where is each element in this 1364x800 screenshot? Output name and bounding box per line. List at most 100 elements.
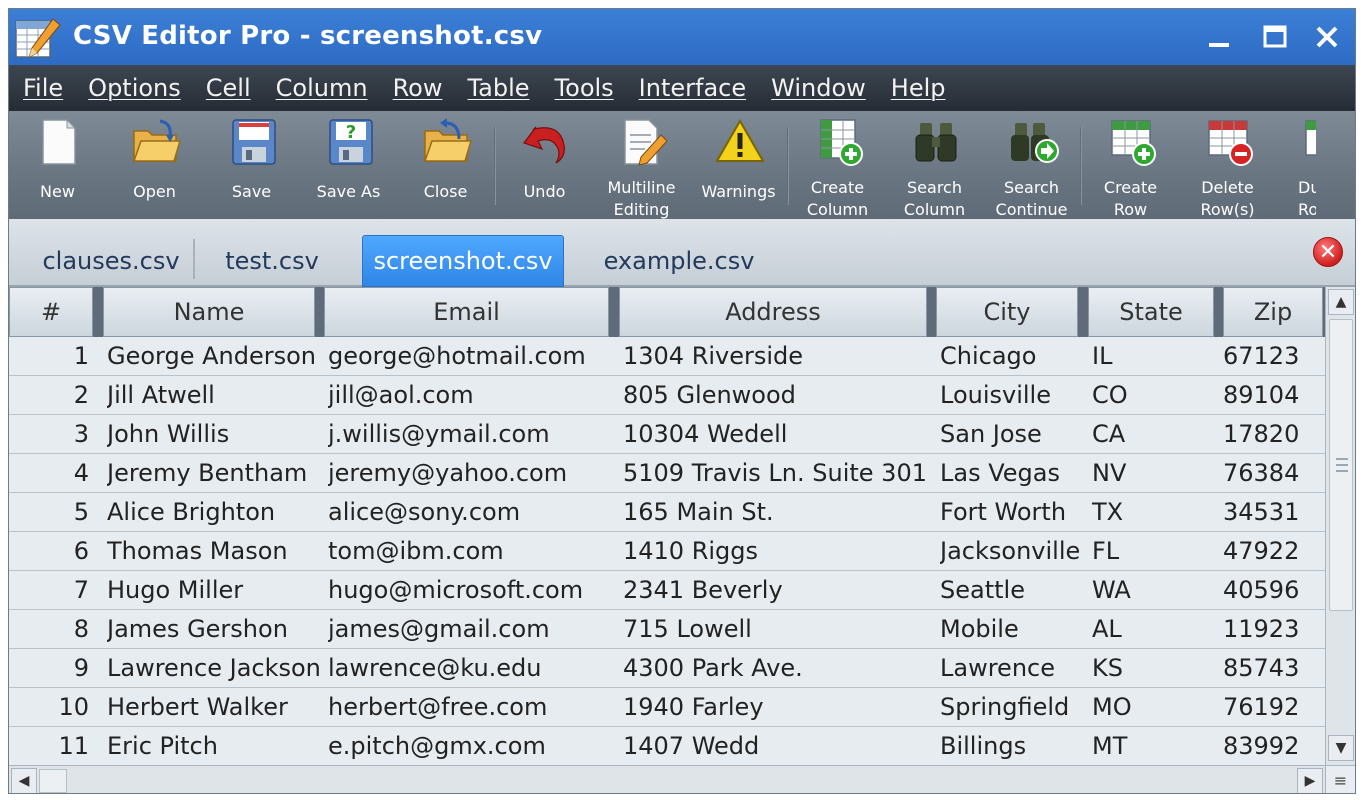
- zip-cell[interactable]: 47922: [1223, 532, 1299, 571]
- column-menu-icon[interactable]: ≡: [1325, 765, 1355, 793]
- row-index-cell[interactable]: 1: [9, 337, 89, 376]
- row-index-cell[interactable]: 6: [9, 532, 89, 571]
- menu-table[interactable]: Table: [467, 74, 529, 102]
- menu-row[interactable]: Row: [393, 74, 443, 102]
- menu-options[interactable]: Options: [88, 74, 181, 102]
- vertical-scrollbar[interactable]: ▲ ▼: [1325, 287, 1355, 765]
- table-row[interactable]: 8 James Gershon james@gmail.com 715 Lowe…: [9, 610, 1325, 649]
- zip-cell[interactable]: 67123: [1223, 337, 1299, 376]
- scroll-left-button[interactable]: ◀: [11, 768, 37, 793]
- row-index-cell[interactable]: 2: [9, 376, 89, 415]
- email-cell[interactable]: lawrence@ku.edu: [328, 649, 613, 688]
- email-cell[interactable]: george@hotmail.com: [328, 337, 613, 376]
- state-cell[interactable]: MO: [1092, 688, 1212, 727]
- table-row[interactable]: 3 John Willis j.willis@ymail.com 10304 W…: [9, 415, 1325, 454]
- address-cell[interactable]: 10304 Wedell: [623, 415, 929, 454]
- zip-cell[interactable]: 17820: [1223, 415, 1299, 454]
- table-row[interactable]: 6 Thomas Mason tom@ibm.com 1410 Riggs Ja…: [9, 532, 1325, 571]
- state-cell[interactable]: MT: [1092, 727, 1212, 765]
- table-row[interactable]: 9 Lawrence Jackson lawrence@ku.edu 4300 …: [9, 649, 1325, 688]
- state-cell[interactable]: KS: [1092, 649, 1212, 688]
- horizontal-scroll-thumb[interactable]: [39, 769, 67, 793]
- row-index-cell[interactable]: 7: [9, 571, 89, 610]
- email-cell[interactable]: herbert@free.com: [328, 688, 613, 727]
- create-row-button[interactable]: Create Row: [1082, 111, 1179, 219]
- state-cell[interactable]: CO: [1092, 376, 1212, 415]
- scroll-down-button[interactable]: ▼: [1328, 735, 1354, 761]
- address-cell[interactable]: 1304 Riverside: [623, 337, 929, 376]
- zip-cell[interactable]: 89104: [1223, 376, 1299, 415]
- address-cell[interactable]: 1407 Wedd: [623, 727, 929, 765]
- name-cell[interactable]: Hugo Miller: [107, 571, 319, 610]
- name-cell[interactable]: Thomas Mason: [107, 532, 319, 571]
- name-cell[interactable]: James Gershon: [107, 610, 319, 649]
- search-column-button[interactable]: Search Column: [886, 111, 983, 219]
- table-row[interactable]: 7 Hugo Miller hugo@microsoft.com 2341 Be…: [9, 571, 1325, 610]
- state-cell[interactable]: NV: [1092, 454, 1212, 493]
- zip-cell[interactable]: 76192: [1223, 688, 1299, 727]
- minimize-button[interactable]: [1197, 17, 1241, 57]
- warnings-button[interactable]: Warnings: [690, 111, 787, 219]
- open-button[interactable]: Open: [106, 111, 203, 219]
- address-cell[interactable]: 5109 Travis Ln. Suite 301: [623, 454, 929, 493]
- state-cell[interactable]: TX: [1092, 493, 1212, 532]
- zip-cell[interactable]: 34531: [1223, 493, 1299, 532]
- maximize-button[interactable]: [1253, 17, 1297, 57]
- email-cell[interactable]: james@gmail.com: [328, 610, 613, 649]
- row-index-cell[interactable]: 8: [9, 610, 89, 649]
- close-window-button[interactable]: [1305, 17, 1349, 57]
- address-cell[interactable]: 165 Main St.: [623, 493, 929, 532]
- city-cell[interactable]: Springfield: [940, 688, 1084, 727]
- tab-screenshot[interactable]: screenshot.csv: [362, 235, 564, 287]
- close-file-button[interactable]: Close: [397, 111, 494, 219]
- scroll-right-button[interactable]: ▶: [1297, 768, 1323, 793]
- table-row[interactable]: 2 Jill Atwell jill@aol.com 805 Glenwood …: [9, 376, 1325, 415]
- save-as-button[interactable]: ? Save As: [300, 111, 397, 219]
- create-column-button[interactable]: Create Column: [789, 111, 886, 219]
- email-cell[interactable]: e.pitch@gmx.com: [328, 727, 613, 765]
- address-cell[interactable]: 805 Glenwood: [623, 376, 929, 415]
- address-cell[interactable]: 2341 Beverly: [623, 571, 929, 610]
- email-cell[interactable]: hugo@microsoft.com: [328, 571, 613, 610]
- city-cell[interactable]: Fort Worth: [940, 493, 1084, 532]
- menu-cell[interactable]: Cell: [206, 74, 251, 102]
- city-cell[interactable]: Louisville: [940, 376, 1084, 415]
- vertical-scroll-thumb[interactable]: [1329, 319, 1353, 611]
- name-cell[interactable]: Jill Atwell: [107, 376, 319, 415]
- name-cell[interactable]: George Anderson: [107, 337, 319, 376]
- city-cell[interactable]: Jacksonville: [940, 532, 1084, 571]
- delete-rows-button[interactable]: Delete Row(s): [1179, 111, 1276, 219]
- row-index-cell[interactable]: 4: [9, 454, 89, 493]
- column-header-address[interactable]: Address: [619, 287, 927, 337]
- address-cell[interactable]: 715 Lowell: [623, 610, 929, 649]
- column-header-index[interactable]: #: [9, 287, 93, 337]
- city-cell[interactable]: Las Vegas: [940, 454, 1084, 493]
- state-cell[interactable]: IL: [1092, 337, 1212, 376]
- zip-cell[interactable]: 11923: [1223, 610, 1299, 649]
- column-header-name[interactable]: Name: [103, 287, 315, 337]
- email-cell[interactable]: j.willis@ymail.com: [328, 415, 613, 454]
- menu-window[interactable]: Window: [771, 74, 866, 102]
- row-index-cell[interactable]: 10: [9, 688, 89, 727]
- tab-test[interactable]: test.csv: [201, 235, 343, 287]
- menu-column[interactable]: Column: [276, 74, 368, 102]
- tab-example[interactable]: example.csv: [591, 235, 767, 287]
- email-cell[interactable]: jeremy@yahoo.com: [328, 454, 613, 493]
- address-cell[interactable]: 4300 Park Ave.: [623, 649, 929, 688]
- name-cell[interactable]: John Willis: [107, 415, 319, 454]
- zip-cell[interactable]: 76384: [1223, 454, 1299, 493]
- multiline-editing-button[interactable]: Multiline Editing: [593, 111, 690, 219]
- scroll-up-button[interactable]: ▲: [1328, 289, 1354, 315]
- table-row[interactable]: 5 Alice Brighton alice@sony.com 165 Main…: [9, 493, 1325, 532]
- row-index-cell[interactable]: 11: [9, 727, 89, 765]
- state-cell[interactable]: WA: [1092, 571, 1212, 610]
- horizontal-scrollbar[interactable]: ◀ ▶: [9, 765, 1325, 793]
- email-cell[interactable]: jill@aol.com: [328, 376, 613, 415]
- city-cell[interactable]: Chicago: [940, 337, 1084, 376]
- row-index-cell[interactable]: 9: [9, 649, 89, 688]
- column-header-zip[interactable]: Zip: [1223, 287, 1323, 337]
- state-cell[interactable]: FL: [1092, 532, 1212, 571]
- menu-tools[interactable]: Tools: [555, 74, 614, 102]
- row-index-cell[interactable]: 3: [9, 415, 89, 454]
- state-cell[interactable]: AL: [1092, 610, 1212, 649]
